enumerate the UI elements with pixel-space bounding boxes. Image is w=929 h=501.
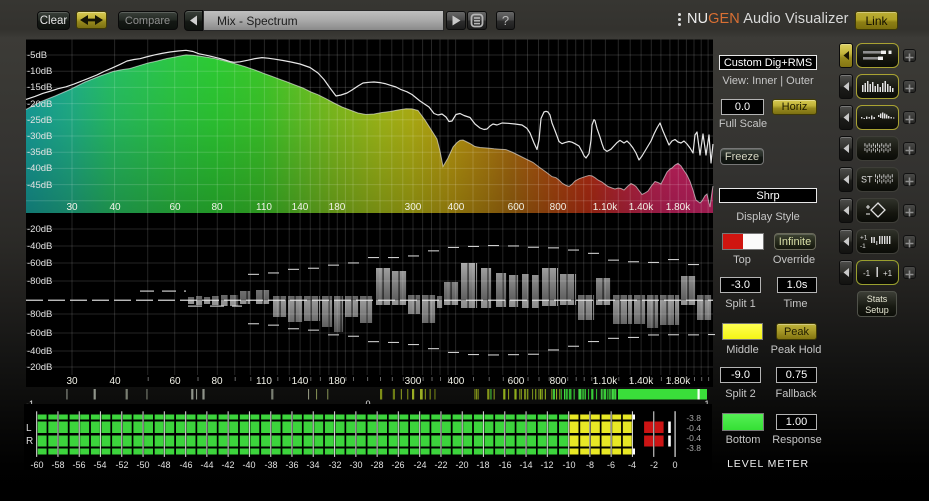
svg-text:-36: -36 <box>285 460 298 470</box>
svg-text:-32: -32 <box>328 460 341 470</box>
svg-text:-56: -56 <box>72 460 85 470</box>
svg-text:-60: -60 <box>30 460 43 470</box>
svg-text:-34: -34 <box>306 460 319 470</box>
svg-text:-10: -10 <box>562 460 575 470</box>
svg-text:-0.4: -0.4 <box>686 423 701 433</box>
svg-text:-1: -1 <box>860 243 866 250</box>
svg-text:-0.4: -0.4 <box>686 433 701 443</box>
svg-text:-30: -30 <box>349 460 362 470</box>
svg-text:-28: -28 <box>370 460 383 470</box>
svg-text:-4: -4 <box>628 460 636 470</box>
svg-text:-12: -12 <box>540 460 553 470</box>
svg-text:-42: -42 <box>221 460 234 470</box>
svg-text:-6: -6 <box>607 460 615 470</box>
svg-text:+1: +1 <box>860 235 868 242</box>
svg-text:-58: -58 <box>51 460 64 470</box>
svg-text:-18: -18 <box>476 460 489 470</box>
svg-text:-44: -44 <box>200 460 213 470</box>
svg-text:-22: -22 <box>434 460 447 470</box>
svg-text:-46: -46 <box>179 460 192 470</box>
svg-text:-40: -40 <box>242 460 255 470</box>
svg-text:-54: -54 <box>93 460 106 470</box>
svg-text:-38: -38 <box>264 460 277 470</box>
svg-text:-2: -2 <box>650 460 658 470</box>
svg-text:-3.8: -3.8 <box>686 413 701 423</box>
svg-text:-1: -1 <box>863 269 871 278</box>
svg-text:0: 0 <box>672 460 677 470</box>
svg-text:-52: -52 <box>115 460 128 470</box>
svg-text:-3.8: -3.8 <box>686 443 701 453</box>
svg-text:-16: -16 <box>498 460 511 470</box>
svg-text:-50: -50 <box>136 460 149 470</box>
svg-text:-20: -20 <box>455 460 468 470</box>
svg-text:-26: -26 <box>391 460 404 470</box>
svg-text:L: L <box>26 423 32 434</box>
svg-text:R: R <box>26 436 33 447</box>
svg-text:-48: -48 <box>157 460 170 470</box>
svg-text:-24: -24 <box>413 460 426 470</box>
svg-text:ST: ST <box>861 175 873 185</box>
svg-text:-8: -8 <box>586 460 594 470</box>
svg-text:+1: +1 <box>883 269 893 278</box>
svg-text:-14: -14 <box>519 460 532 470</box>
